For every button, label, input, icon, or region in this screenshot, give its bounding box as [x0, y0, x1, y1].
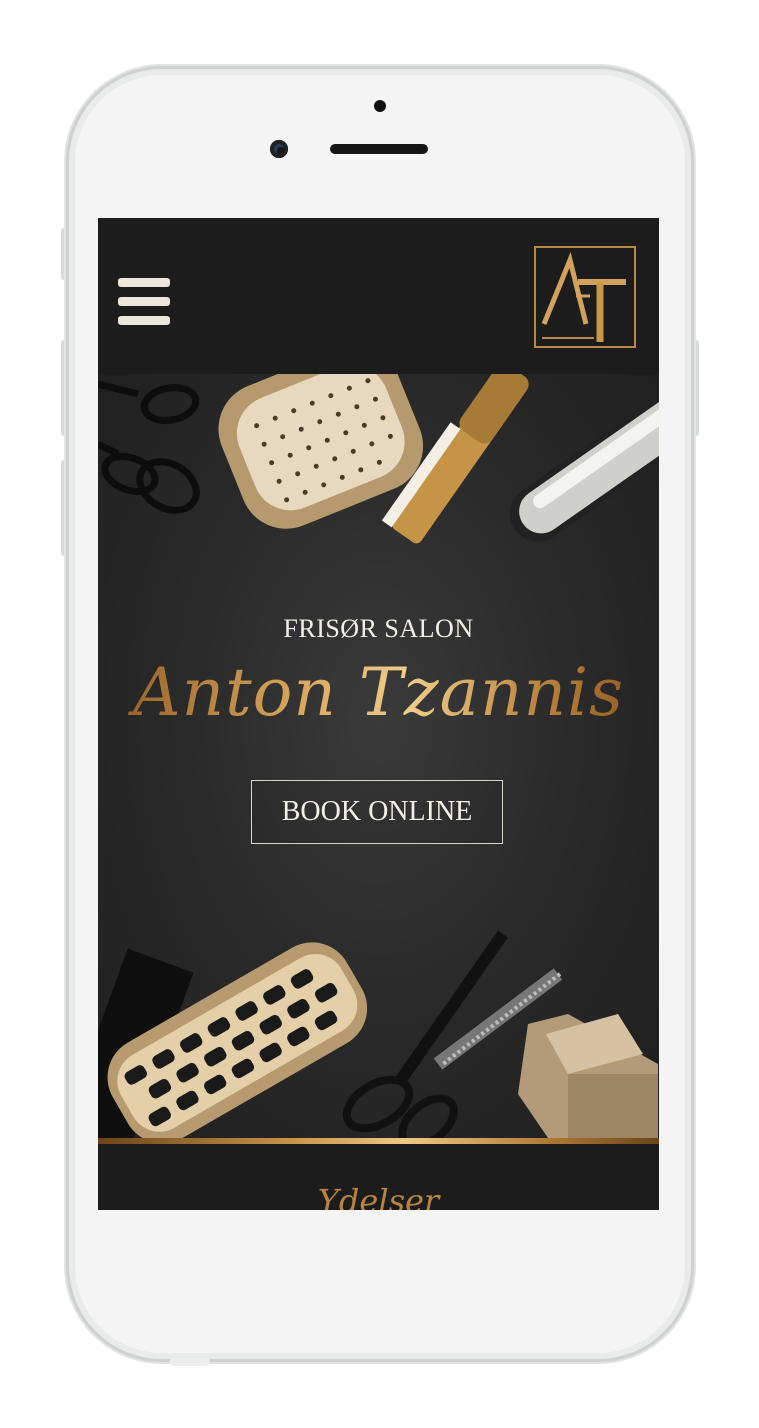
- phone-camera: [270, 140, 288, 158]
- spray-bottle: [518, 1014, 658, 1138]
- book-online-button[interactable]: BOOK ONLINE: [251, 780, 503, 844]
- phone-home-indicator: [170, 1358, 210, 1366]
- hero-subtitle: FRISØR SALON: [283, 614, 474, 643]
- phone-sensor: [374, 100, 386, 112]
- hero-tools-illustration: [98, 374, 659, 1138]
- phone-speaker: [330, 144, 428, 154]
- salon-name: Anton Tzannis: [98, 654, 659, 731]
- phone-screen: FRISØR SALON Anton Tzannis BOOK ONLINE Y…: [98, 218, 659, 1210]
- hair-straightener: [509, 385, 659, 542]
- hero-banner: FRISØR SALON Anton Tzannis BOOK ONLINE: [98, 374, 659, 1138]
- scissors-top: [98, 380, 200, 514]
- site-header: [98, 218, 659, 374]
- section-title: Ydelser: [317, 1182, 440, 1210]
- services-section: Ydelser: [98, 1144, 659, 1210]
- logo[interactable]: [534, 246, 636, 348]
- hamburger-menu-icon[interactable]: [118, 278, 170, 326]
